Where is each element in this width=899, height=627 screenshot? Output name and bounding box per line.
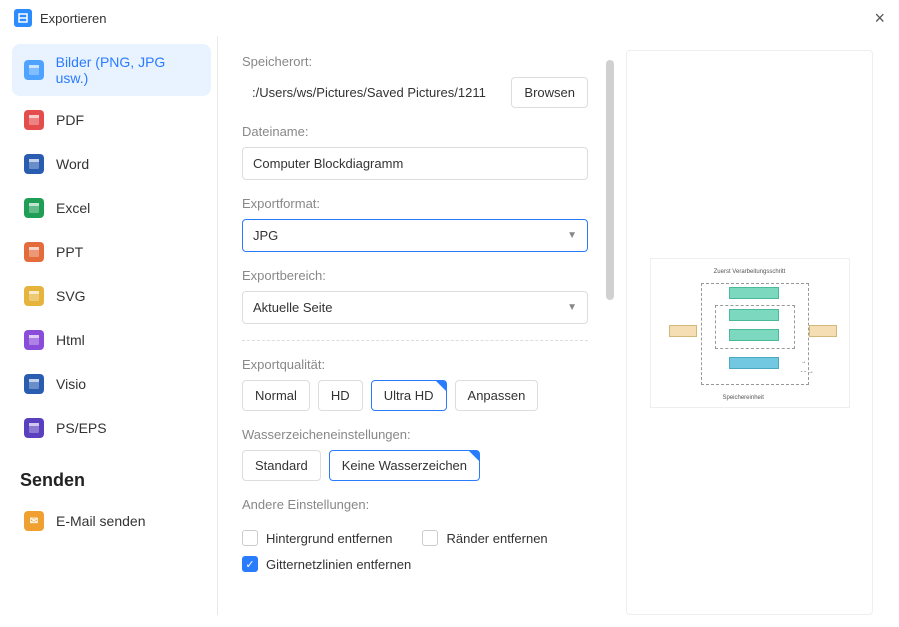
range-label: Exportbereich: — [242, 268, 588, 283]
sidebar-item-visio[interactable]: Visio — [12, 364, 211, 404]
other-label: Andere Einstellungen: — [242, 497, 588, 512]
sidebar-item-ps/eps[interactable]: PS/EPS — [12, 408, 211, 448]
format-label: Exportformat: — [242, 196, 588, 211]
preview-panel: Zuerst Verarbeitungsschritt → - - → Spei… — [626, 50, 873, 615]
preview-thumbnail: Zuerst Verarbeitungsschritt → - - → Spei… — [650, 258, 850, 408]
format-value: JPG — [253, 228, 278, 243]
format-icon — [24, 242, 44, 262]
sidebar-item-label: Excel — [56, 200, 90, 216]
browse-button[interactable]: Browsen — [511, 77, 588, 108]
sidebar-item-word[interactable]: Word — [12, 144, 211, 184]
quality-option-anpassen[interactable]: Anpassen — [455, 380, 539, 411]
sidebar-item-label: Visio — [56, 376, 86, 392]
quality-label: Exportqualität: — [242, 357, 588, 372]
quality-option-hd[interactable]: HD — [318, 380, 363, 411]
remove-grid-checkbox[interactable]: ✓ — [242, 556, 258, 572]
app-icon — [14, 9, 32, 27]
watermark-label: Wasserzeicheneinstellungen: — [242, 427, 588, 442]
sidebar-item-bilder[interactable]: Bilder (PNG, JPG usw.) — [12, 44, 211, 96]
filename-label: Dateiname: — [242, 124, 588, 139]
filename-input[interactable] — [242, 147, 588, 180]
range-select[interactable]: Aktuelle Seite ▼ — [242, 291, 588, 324]
close-icon[interactable]: × — [874, 9, 885, 27]
format-icon — [24, 60, 44, 80]
chevron-down-icon: ▼ — [567, 302, 577, 313]
sidebar-item-ppt[interactable]: PPT — [12, 232, 211, 272]
sidebar-item-email[interactable]: ✉ E-Mail senden — [12, 501, 211, 541]
chevron-down-icon: ▼ — [567, 230, 577, 241]
sidebar-item-label: Bilder (PNG, JPG usw.) — [56, 54, 199, 86]
remove-bg-label: Hintergrund entfernen — [266, 531, 392, 546]
remove-margins-checkbox[interactable] — [422, 530, 438, 546]
format-icon — [24, 198, 44, 218]
sidebar-item-label: PS/EPS — [56, 420, 107, 436]
format-icon — [24, 330, 44, 350]
quality-option-ultra-hd[interactable]: Ultra HD — [371, 380, 447, 411]
scrollbar[interactable] — [606, 50, 616, 615]
watermark-option-0[interactable]: Standard — [242, 450, 321, 481]
sidebar-item-svg[interactable]: SVG — [12, 276, 211, 316]
format-icon — [24, 286, 44, 306]
send-heading: Senden — [20, 470, 211, 491]
sidebar: Bilder (PNG, JPG usw.) PDF Word Excel PPT SVG… — [12, 36, 218, 615]
format-select[interactable]: JPG ▼ — [242, 219, 588, 252]
email-icon: ✉ — [24, 511, 44, 531]
sidebar-item-label: Word — [56, 156, 89, 172]
format-icon — [24, 418, 44, 438]
location-label: Speicherort: — [242, 54, 588, 69]
sidebar-item-pdf[interactable]: PDF — [12, 100, 211, 140]
range-value: Aktuelle Seite — [253, 300, 333, 315]
remove-bg-checkbox[interactable] — [242, 530, 258, 546]
sidebar-item-label: SVG — [56, 288, 86, 304]
format-icon — [24, 374, 44, 394]
sidebar-item-excel[interactable]: Excel — [12, 188, 211, 228]
sidebar-item-label: Html — [56, 332, 85, 348]
remove-margins-label: Ränder entfernen — [446, 531, 547, 546]
sidebar-item-label: PDF — [56, 112, 84, 128]
format-icon — [24, 154, 44, 174]
window-title: Exportieren — [40, 11, 106, 26]
titlebar: Exportieren × — [0, 0, 899, 36]
remove-grid-label: Gitternetzlinien entfernen — [266, 557, 411, 572]
sidebar-item-label: PPT — [56, 244, 83, 260]
export-form: Speicherort: :/Users/ws/Pictures/Saved P… — [242, 50, 602, 615]
quality-option-normal[interactable]: Normal — [242, 380, 310, 411]
sidebar-item-html[interactable]: Html — [12, 320, 211, 360]
format-icon — [24, 110, 44, 130]
location-path: :/Users/ws/Pictures/Saved Pictures/1211 — [242, 77, 503, 108]
sidebar-item-label: E-Mail senden — [56, 513, 146, 529]
watermark-option-1[interactable]: Keine Wasserzeichen — [329, 450, 480, 481]
